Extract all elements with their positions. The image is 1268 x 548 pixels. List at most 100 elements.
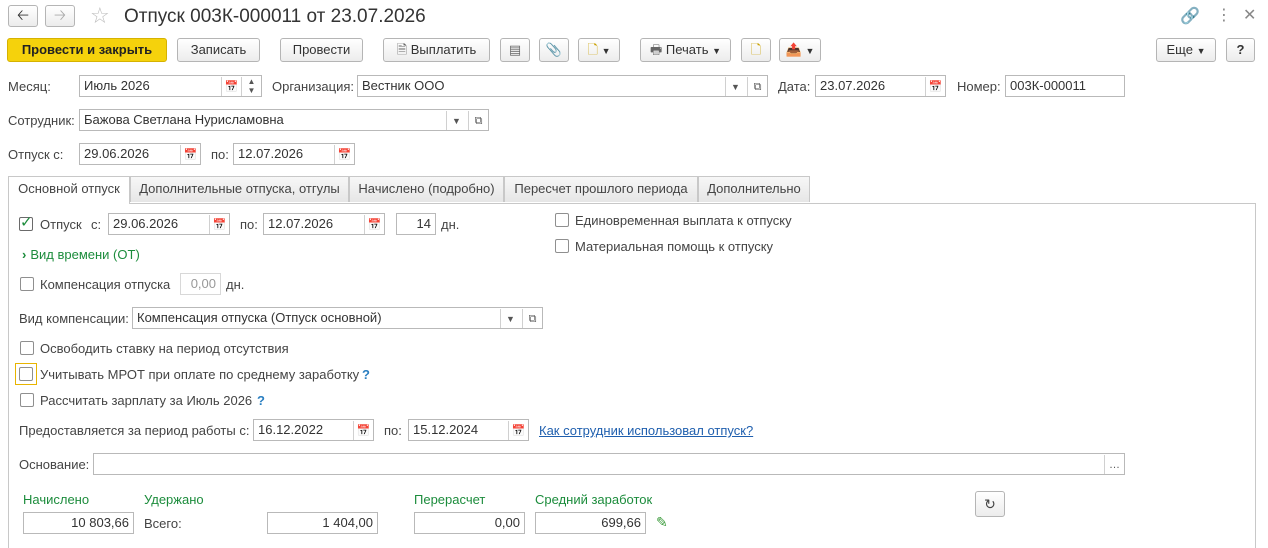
list-button[interactable]: ▤ <box>500 38 530 62</box>
leave-checkbox[interactable]: ✓ <box>19 214 33 231</box>
compensation-days-field[interactable]: 0,00 <box>180 273 221 295</box>
days-field[interactable]: 14 <box>396 213 436 235</box>
tab-main-leave[interactable]: Основной отпуск <box>8 176 130 204</box>
help-button[interactable]: ? <box>1226 38 1255 62</box>
organization-field[interactable]: Вестник ООО ▼ ⧉ <box>357 75 768 97</box>
more-button[interactable]: Еще ▼ <box>1156 38 1216 62</box>
total-label: Всего: <box>144 516 182 531</box>
post-and-close-button[interactable]: Провести и закрыть <box>7 38 167 62</box>
calendar-icon[interactable]: 📅 <box>180 145 200 164</box>
star-icon[interactable]: ☆ <box>90 3 110 29</box>
accrued-label: Начислено <box>23 492 90 507</box>
save-button[interactable]: Записать <box>177 38 260 62</box>
calc-salary-help-icon[interactable]: ? <box>257 393 265 409</box>
compensation-type-label: Вид компенсации: <box>19 311 129 326</box>
material-aid-checkbox[interactable] <box>555 239 569 253</box>
calendar-icon[interactable]: 📅 <box>209 215 229 234</box>
print-button[interactable]: 🖶 Печать ▼ <box>640 38 731 62</box>
window-title: Отпуск 003К-000011 от 23.07.2026 <box>124 6 426 27</box>
chevron-down-icon[interactable]: ▼ <box>725 77 745 96</box>
time-type-link[interactable]: › Вид времени (ОТ) <box>22 247 140 263</box>
calc-salary-label: Рассчитать зарплату за Июль 2026 <box>40 393 253 408</box>
chevron-down-icon[interactable]: ▼ <box>446 111 466 130</box>
more-options-icon[interactable]: … <box>1104 455 1124 474</box>
document-add-icon: 🗋 <box>587 42 598 57</box>
close-icon[interactable]: ✕ <box>1243 5 1256 25</box>
material-aid-label: Материальная помощь к отпуску <box>575 239 774 254</box>
accrued-value: 10 803,66 <box>23 512 134 534</box>
attach-button[interactable]: 📎 <box>539 38 569 62</box>
compensation-days-unit: дн. <box>226 277 245 292</box>
open-icon[interactable]: ⧉ <box>747 77 767 96</box>
refresh-button[interactable]: ↻ <box>975 491 1005 517</box>
leave-to-label: по: <box>211 147 229 162</box>
post-button[interactable]: Провести <box>280 38 363 62</box>
compensation-checkbox[interactable] <box>20 277 34 291</box>
period-to-label: по: <box>384 423 402 438</box>
mrot-label: Учитывать МРОТ при оплате по среднему за… <box>40 367 360 382</box>
list-icon: ▤ <box>508 42 522 57</box>
free-rate-checkbox[interactable] <box>20 341 34 355</box>
recalc-label: Перерасчет <box>414 492 486 507</box>
month-label: Месяц: <box>8 79 51 94</box>
lump-sum-label: Единовременная выплата к отпуску <box>575 213 792 228</box>
edit-pencil-icon[interactable]: ✎ <box>656 514 668 531</box>
period-to-field[interactable]: 15.12.2024 📅 <box>408 419 529 441</box>
report-button[interactable]: 🗋 <box>741 38 771 62</box>
days-unit: дн. <box>441 217 460 232</box>
chevron-down-icon: ▼ <box>805 46 815 56</box>
from-label: с: <box>91 217 102 232</box>
link-icon[interactable]: 🔗 <box>1180 6 1200 26</box>
leave-check-label: Отпуск <box>40 217 82 232</box>
basis-label: Основание: <box>19 457 90 472</box>
open-icon[interactable]: ⧉ <box>468 111 488 130</box>
create-based-on-button[interactable]: 🗋 ▼ <box>578 38 620 62</box>
period-from-field[interactable]: 16.12.2022 📅 <box>253 419 374 441</box>
number-label: Номер: <box>957 79 1001 94</box>
tab-recalculation[interactable]: Пересчет прошлого периода <box>504 176 698 202</box>
back-button[interactable]: 🡠 <box>8 5 38 27</box>
arrow-right-icon: 🡢 <box>53 7 67 24</box>
printer-icon: 🖶 <box>649 42 663 57</box>
export-button[interactable]: 📤 ▼ <box>779 38 821 62</box>
calendar-icon[interactable]: 📅 <box>353 421 373 440</box>
month-field[interactable]: Июль 2026 📅 ▲ ▼ <box>79 75 262 97</box>
chevron-down-icon: ▼ <box>601 46 611 56</box>
menu-dots-icon[interactable]: ⋮ <box>1216 5 1232 25</box>
number-field[interactable]: 003К-000011 <box>1005 75 1125 97</box>
forward-button[interactable]: 🡢 <box>45 5 75 27</box>
leave-from-field[interactable]: 29.06.2026 📅 <box>79 143 201 165</box>
withheld-label: Удержано <box>144 492 204 507</box>
tab-accrued-detailed[interactable]: Начислено (подробно) <box>349 176 504 202</box>
calendar-icon[interactable]: 📅 <box>221 77 241 96</box>
open-icon[interactable]: ⧉ <box>522 309 542 328</box>
calendar-icon[interactable]: 📅 <box>925 77 945 96</box>
leave-to-field[interactable]: 12.07.2026 📅 <box>233 143 355 165</box>
pay-icon: 🗎 <box>396 42 408 57</box>
month-stepper[interactable]: ▲ ▼ <box>241 77 261 96</box>
basis-field[interactable]: … <box>93 453 1125 475</box>
date-field[interactable]: 23.07.2026 📅 <box>815 75 946 97</box>
leave-start-field[interactable]: 29.06.2026 📅 <box>108 213 230 235</box>
compensation-type-field[interactable]: Компенсация отпуска (Отпуск основной) ▼ … <box>132 307 543 329</box>
calendar-icon[interactable]: 📅 <box>508 421 528 440</box>
mrot-help-icon[interactable]: ? <box>362 367 370 383</box>
lump-sum-checkbox[interactable] <box>555 213 569 227</box>
avg-earnings-value: 699,66 <box>535 512 646 534</box>
pay-button[interactable]: 🗎 Выплатить <box>383 38 490 62</box>
chevron-down-icon[interactable]: ▼ <box>500 309 520 328</box>
to-label: по: <box>240 217 258 232</box>
refresh-icon: ↻ <box>984 496 996 512</box>
tab-additional-leaves[interactable]: Дополнительные отпуска, отгулы <box>130 176 349 202</box>
calendar-icon[interactable]: 📅 <box>364 215 384 234</box>
mrot-checkbox[interactable] <box>19 367 33 381</box>
usage-link[interactable]: Как сотрудник использовал отпуск? <box>539 423 753 439</box>
withheld-value: 1 404,00 <box>267 512 378 534</box>
paperclip-icon: 📎 <box>545 42 563 57</box>
calendar-icon[interactable]: 📅 <box>334 145 354 164</box>
employee-field[interactable]: Бажова Светлана Нурисламовна ▼ ⧉ <box>79 109 489 131</box>
tab-additional[interactable]: Дополнительно <box>698 176 810 202</box>
compensation-label: Компенсация отпуска <box>40 277 171 292</box>
calc-salary-checkbox[interactable] <box>20 393 34 407</box>
leave-end-field[interactable]: 12.07.2026 📅 <box>263 213 385 235</box>
